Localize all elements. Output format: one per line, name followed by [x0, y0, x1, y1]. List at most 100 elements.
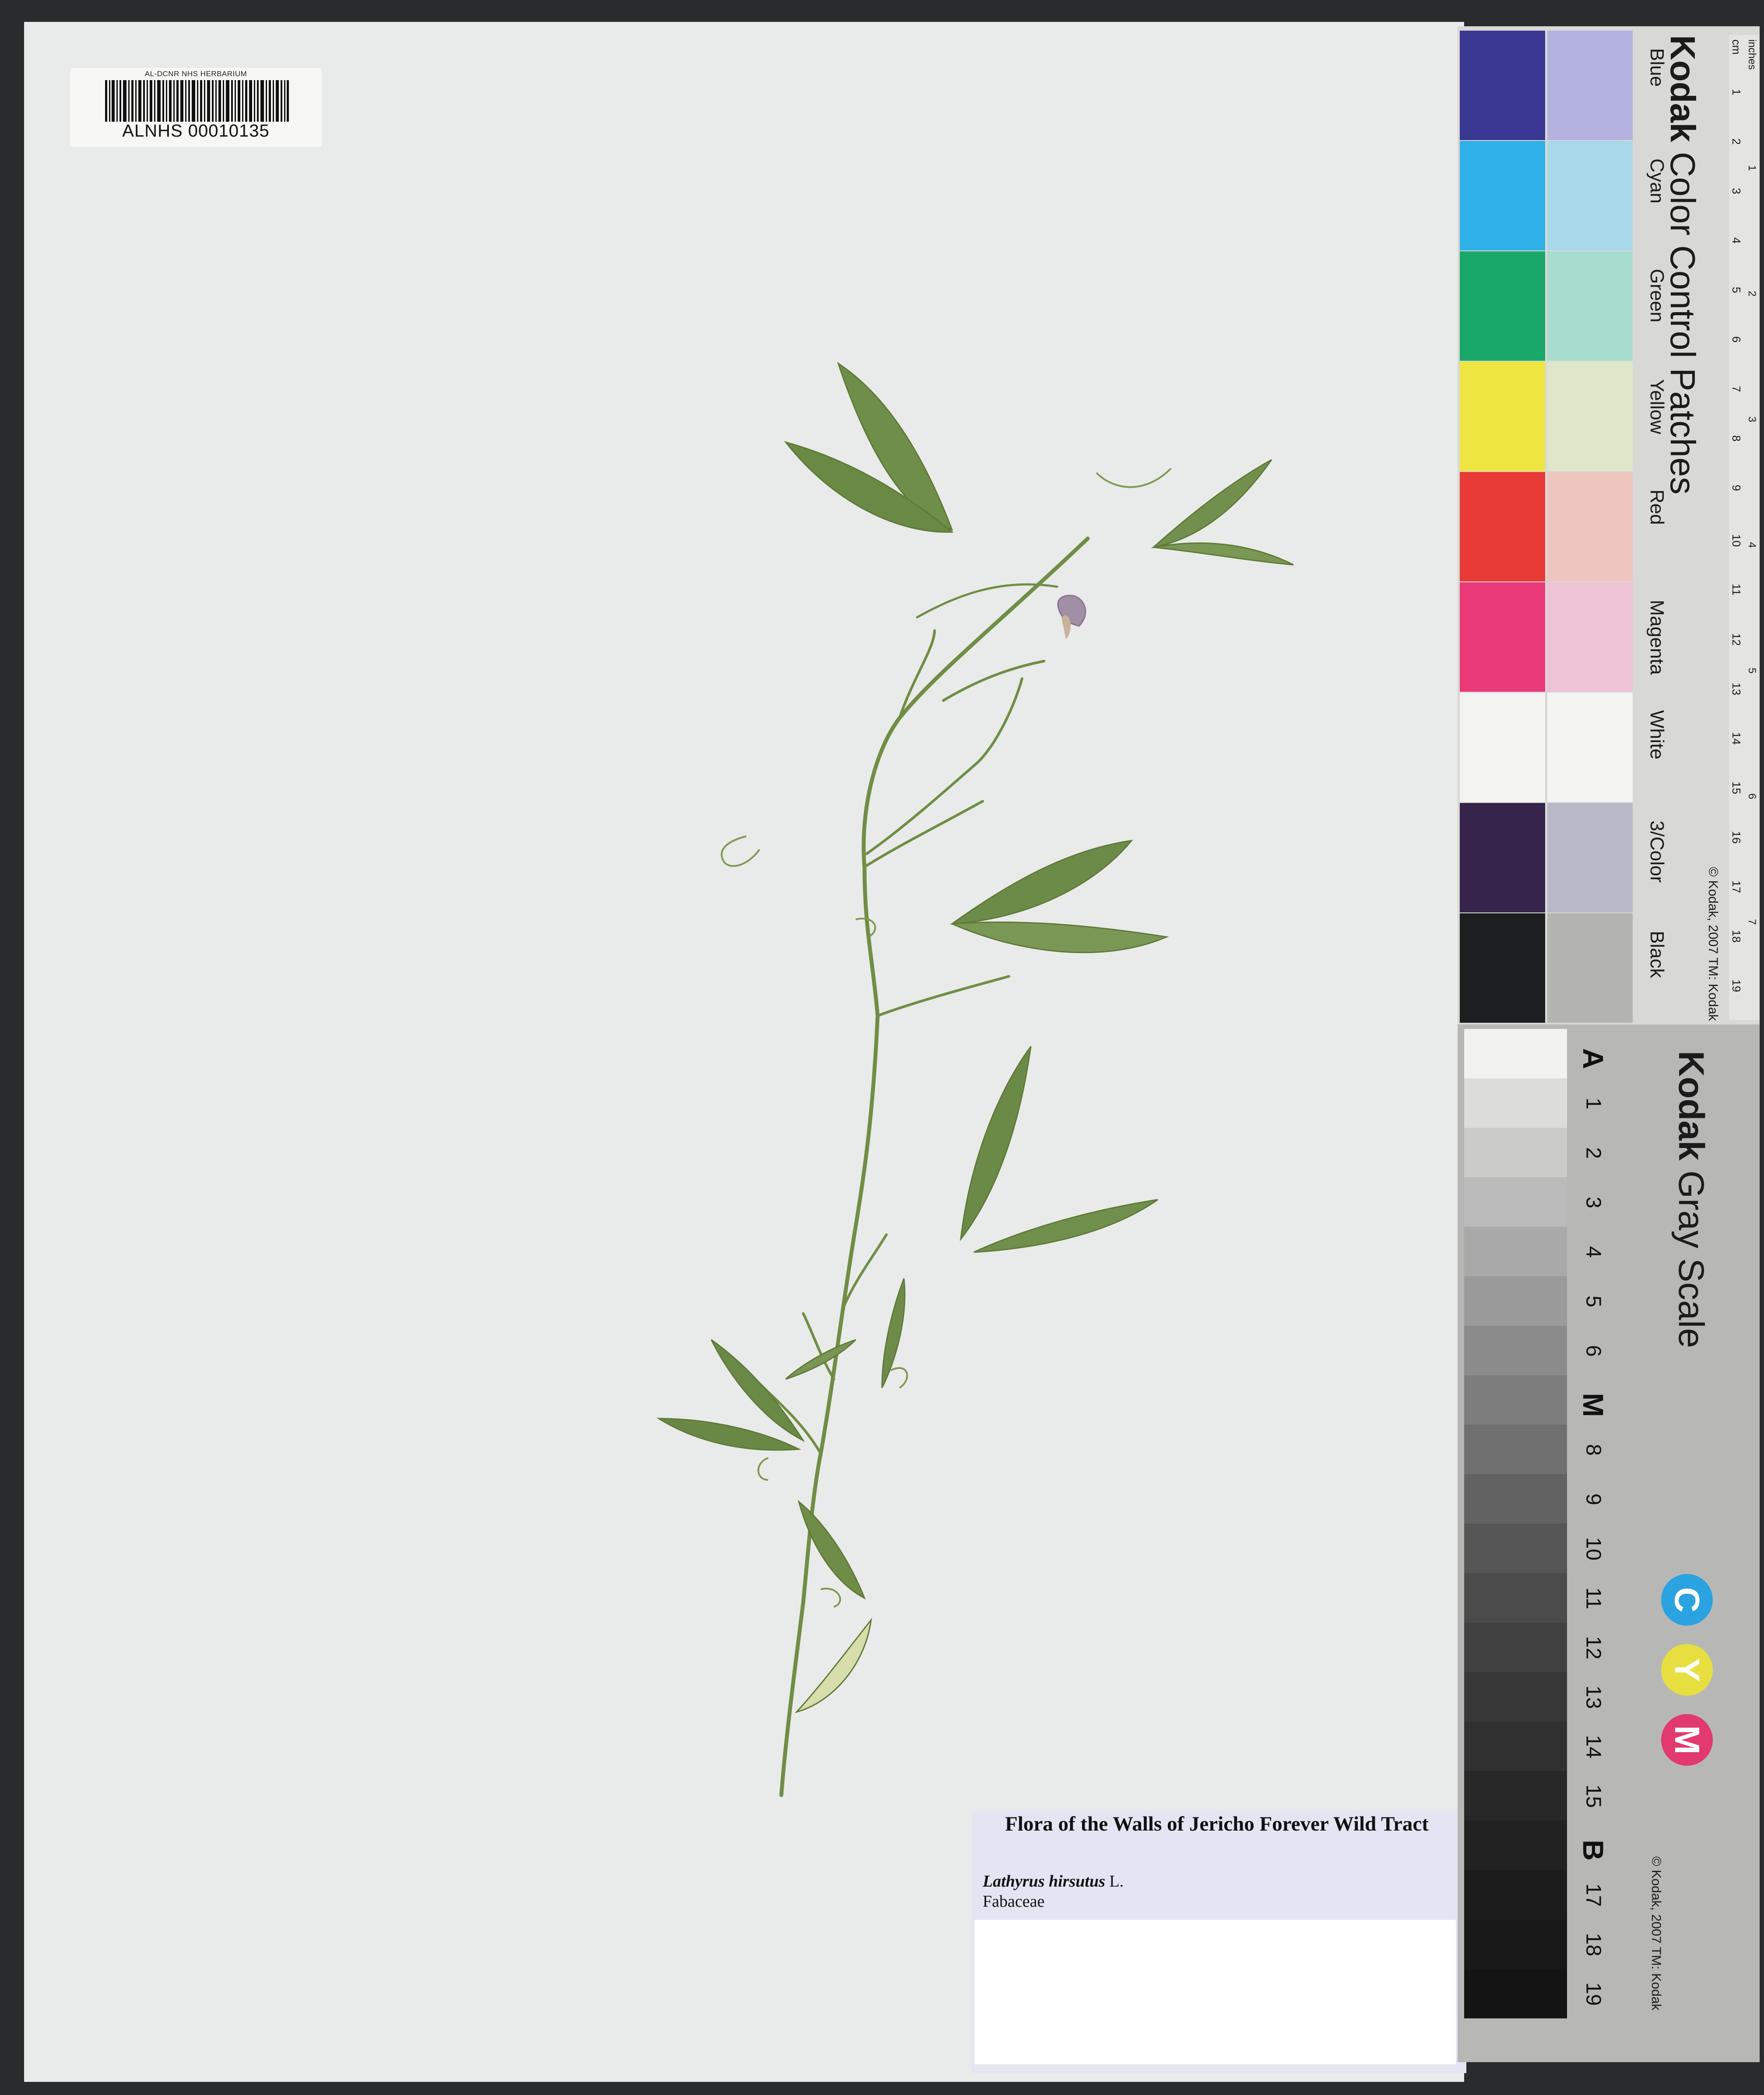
patch-black-dark: [1460, 913, 1545, 1023]
patch-cyan-dark: [1460, 141, 1545, 250]
ruler-cm-label: 3: [1730, 188, 1743, 194]
specimen-label: Flora of the Walls of Jericho Forever Wi…: [972, 1810, 1466, 2073]
ruler-cm-label: 1: [1730, 89, 1743, 95]
gray-step: [1464, 1919, 1567, 1969]
ruler-cm-label: 2: [1730, 138, 1743, 145]
patch-white-light: [1547, 693, 1633, 802]
gray-marker: 17: [1581, 1883, 1605, 1907]
gray-step: [1464, 1771, 1567, 1820]
gray-scale-title-text: Gray Scale: [1671, 1170, 1711, 1349]
gray-marker: 4: [1581, 1246, 1605, 1258]
gray-scale-brand: Kodak: [1671, 1051, 1711, 1161]
ruler-cm-label: 4: [1730, 237, 1743, 244]
patch-magenta-light: [1547, 582, 1633, 692]
gray-step: [1464, 1029, 1567, 1078]
ruler-inch-label: 6: [1746, 793, 1758, 799]
gray-step: [1464, 1425, 1567, 1474]
ruler-cm-label: 14: [1730, 732, 1743, 745]
ruler-inch-label: 7: [1746, 919, 1758, 925]
patch-label: Green: [1646, 269, 1668, 323]
barcode-header: AL-DCNR NHS HERBARIUM: [144, 70, 247, 78]
ruler-cm-label: 12: [1730, 633, 1743, 646]
patch-yellow-light: [1547, 362, 1633, 471]
ruler-inch-label: 3: [1746, 416, 1758, 423]
ruler-inch-label: 1: [1746, 165, 1758, 171]
gray-step: [1464, 1078, 1567, 1128]
name-author: L.: [1109, 1872, 1124, 1891]
gray-step: [1464, 1820, 1567, 1870]
gray-marker: 12: [1581, 1636, 1605, 1660]
color-card-title-text: Color Control Patches: [1663, 151, 1702, 495]
gray-step: [1464, 1128, 1567, 1177]
gray-step: [1464, 1573, 1567, 1623]
gray-marker: 19: [1581, 1982, 1605, 2006]
ruler-cm-label: 11: [1730, 584, 1743, 595]
gray-scale-copyright: © Kodak, 2007 TM: Kodak: [1649, 1856, 1663, 2010]
gray-marker: 15: [1581, 1784, 1605, 1808]
patch-black-light: [1547, 913, 1633, 1023]
ruler-cm-label: cm: [1730, 39, 1743, 55]
ruler-cm-label: 18: [1730, 930, 1743, 943]
patch-label: Magenta: [1646, 600, 1668, 675]
patch-green-dark: [1460, 251, 1545, 361]
ruler-inch-label: 5: [1746, 668, 1758, 674]
ruler-cm-label: 8: [1730, 435, 1743, 442]
gray-step: [1464, 1672, 1567, 1722]
plant-specimen: [656, 362, 1294, 1797]
barcode-number: ALNHS 00010135: [122, 121, 270, 141]
color-card-copyright: © Kodak, 2007 TM: Kodak: [1706, 867, 1720, 1021]
gray-marker: 13: [1581, 1685, 1605, 1709]
gray-marker: 8: [1581, 1444, 1605, 1456]
dot-c: C: [1661, 1574, 1713, 1626]
ruler-cm-label: 9: [1730, 485, 1743, 491]
patch-label: Red: [1646, 489, 1668, 525]
patch-green-light: [1547, 251, 1633, 361]
gray-marker: 3: [1581, 1197, 1605, 1208]
scientific-name: Lathyrus hirsutus: [983, 1872, 1105, 1891]
barcode-bars: [105, 80, 289, 122]
ruler-cm-label: 15: [1730, 782, 1743, 794]
color-card-text: Kodak Color Control Patches Blue Cyan Gree…: [1641, 35, 1729, 1029]
barcode-label: AL-DCNR NHS HERBARIUM ALNHS 00010135: [70, 68, 322, 147]
patch-red-dark: [1460, 472, 1545, 581]
ruler-cm-label: 19: [1730, 979, 1743, 992]
patch-3-color-light: [1547, 803, 1633, 912]
patch-blue-light: [1547, 31, 1633, 140]
gray-marker: 2: [1581, 1147, 1605, 1159]
ruler-inch-label: 2: [1746, 291, 1758, 297]
family-name: Fabaceae: [983, 1892, 1045, 1911]
gray-step: [1464, 1177, 1567, 1227]
gray-marker: 6: [1581, 1345, 1605, 1357]
gray-scale-title: Kodak Gray Scale: [1670, 1051, 1711, 1348]
gray-marker: 14: [1581, 1735, 1605, 1759]
label-blank-area: [974, 1920, 1456, 2064]
gray-step: [1464, 1474, 1567, 1524]
patch-label: 3/Color: [1646, 820, 1668, 883]
gray-marker: 18: [1581, 1933, 1605, 1957]
patch-cyan-light: [1547, 141, 1633, 250]
ruler-cm-label: 16: [1730, 831, 1743, 844]
ruler-cm-label: 13: [1730, 683, 1743, 695]
gray-step: [1464, 1227, 1567, 1276]
ruler-cm-label: 17: [1730, 880, 1743, 893]
gray-marker: M: [1577, 1393, 1609, 1417]
color-card-brand: Kodak: [1663, 35, 1702, 142]
patch-white-dark: [1460, 693, 1545, 802]
scientific-name-line: Lathyrus hirsutus L.: [983, 1872, 1124, 1891]
gray-step: [1464, 1623, 1567, 1672]
gray-step: [1464, 1375, 1567, 1425]
ruler-inch-label: inches: [1746, 39, 1758, 70]
gray-marker: 1: [1581, 1098, 1605, 1109]
kodak-gray-scale-card: A 1 2 3 4 5 6 M 8 9 10 11 12 13 14 15 B 17 18 19 Kodak Gray…: [1458, 1025, 1760, 2062]
patch-label: Blue: [1646, 48, 1668, 87]
gray-marker: 11: [1581, 1587, 1605, 1609]
gray-step: [1464, 1524, 1567, 1573]
patch-blue-dark: [1460, 31, 1545, 140]
gray-marker: 10: [1581, 1537, 1605, 1561]
patch-3-color-dark: [1460, 803, 1545, 912]
patch-label: Yellow: [1646, 379, 1668, 434]
herbarium-sheet: AL-DCNR NHS HERBARIUM ALNHS 00010135 Flo…: [24, 22, 1466, 2082]
gray-step: [1464, 1969, 1567, 2018]
color-card-title: Kodak Color Control Patches: [1662, 35, 1703, 494]
gray-step: [1464, 1276, 1567, 1326]
